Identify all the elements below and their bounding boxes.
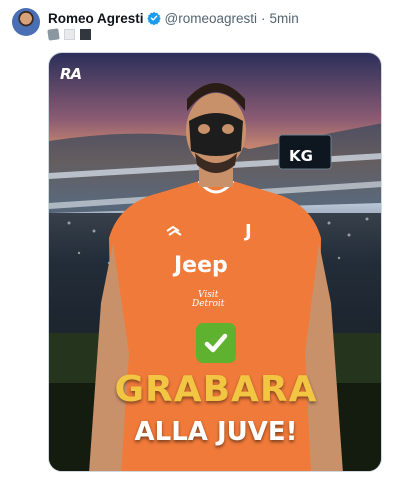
headline-line-1: GRABARA [114,369,318,410]
separator-dot: · [261,10,266,26]
jersey-sponsor: Jeep [174,253,228,278]
white-square-emoji-icon [64,29,75,40]
rock-emoji-icon [47,28,60,41]
tweet-media-image[interactable]: J RA KG Jeep Visit Detroit GRABARA ALLA … [48,52,382,472]
tweet-header: Romeo Agresti @romeoagresti · 5min [48,9,299,27]
svg-text:J: J [243,221,252,242]
author-name[interactable]: Romeo Agresti [48,11,144,26]
timestamp[interactable]: 5min [270,11,299,26]
avatar[interactable] [12,8,40,36]
tweet[interactable]: Romeo Agresti @romeoagresti · 5min J RA … [0,0,410,480]
checkmark-icon [204,333,228,353]
verified-badge-icon [146,11,161,25]
ra-logo: RA [60,65,82,83]
headline-line-2: ALLA JUVE! [134,417,298,447]
sleeve-line-2: Detroit [192,299,225,309]
jersey-sleeve-text: Visit Detroit [192,291,224,309]
scoreboard-text: KG [289,147,313,165]
black-square-emoji-icon [80,29,91,40]
check-mark-emoji-icon [196,323,236,363]
author-handle[interactable]: @romeoagresti [165,11,258,26]
tweet-text [47,28,91,41]
